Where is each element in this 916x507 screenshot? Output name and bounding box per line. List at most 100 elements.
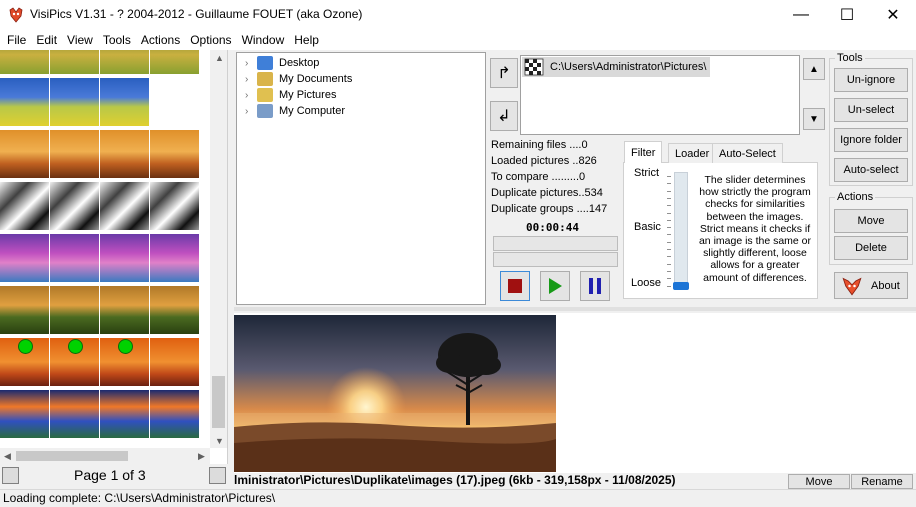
thumbnail[interactable]	[100, 390, 150, 438]
horizontal-scroll-thumb[interactable]	[16, 451, 128, 461]
thumbnail[interactable]	[150, 50, 200, 74]
thumbnail[interactable]	[50, 50, 100, 74]
thumbnail[interactable]	[50, 286, 100, 334]
chevron-right-icon[interactable]: ›	[245, 74, 257, 85]
move-folder-up-button[interactable]: ▲	[803, 58, 825, 80]
thumbnail[interactable]	[100, 234, 150, 282]
stop-button[interactable]	[500, 271, 530, 301]
slider-handle[interactable]	[673, 282, 689, 290]
thumbnail[interactable]	[0, 390, 50, 438]
menu-view[interactable]: View	[62, 30, 98, 50]
thumbnail-row	[0, 390, 200, 438]
preview-image[interactable]	[234, 315, 556, 472]
fox-logo-icon	[842, 277, 862, 296]
thumbnail[interactable]	[50, 182, 100, 230]
thumbnail[interactable]	[0, 234, 50, 282]
thumbnail[interactable]	[0, 286, 50, 334]
close-button[interactable]: ✕	[870, 0, 916, 30]
folder-tree[interactable]: › Desktop › My Documents › My Pictures › My Com…	[236, 52, 486, 305]
menu-tools[interactable]: Tools	[98, 30, 136, 50]
thumbnail[interactable]	[0, 78, 50, 126]
tree-item[interactable]: › My Documents	[245, 71, 352, 87]
select-page-icon[interactable]	[2, 467, 19, 484]
thumbnail[interactable]	[0, 182, 50, 230]
unselect-button[interactable]: Un-select	[834, 98, 908, 122]
preview-move-button[interactable]: Move	[788, 474, 850, 489]
thumbnail[interactable]	[150, 182, 200, 230]
chevron-right-icon[interactable]: ›	[245, 90, 257, 101]
thumbnail-panel[interactable]	[0, 50, 228, 464]
preview-splitter[interactable]	[234, 307, 916, 311]
tab-auto-select[interactable]: Auto-Select	[712, 143, 783, 163]
thumbnail[interactable]	[100, 78, 150, 126]
ignore-folder-button[interactable]: Ignore folder	[834, 128, 908, 152]
thumbnail[interactable]	[50, 338, 100, 386]
slider-tick	[667, 176, 671, 177]
menu-actions[interactable]: Actions	[136, 30, 185, 50]
thumbnail[interactable]	[100, 50, 150, 74]
thumbnail[interactable]	[100, 286, 150, 334]
tree-item-label: Desktop	[279, 57, 320, 69]
tree-item[interactable]: › Desktop	[245, 55, 319, 71]
thumbnail[interactable]	[50, 390, 100, 438]
pictures-icon	[257, 88, 273, 102]
remove-folder-button[interactable]: ↲	[490, 101, 518, 131]
thumbnail[interactable]	[150, 390, 200, 438]
menu-window[interactable]: Window	[237, 30, 290, 50]
thumbnail[interactable]	[150, 338, 200, 386]
folder-list-item[interactable]: C:\Users\Administrator\Pictures\	[522, 57, 711, 77]
vertical-scroll-thumb[interactable]	[212, 376, 225, 428]
thumbnail[interactable]	[0, 50, 50, 74]
tools-group-label: Tools	[835, 52, 865, 64]
checkered-flag-icon	[524, 58, 544, 76]
delete-button[interactable]: Delete	[834, 236, 908, 260]
about-button[interactable]: About	[834, 272, 908, 299]
menu-options[interactable]: Options	[185, 30, 236, 50]
unignore-button[interactable]: Un-ignore	[834, 68, 908, 92]
thumbnail[interactable]	[0, 130, 50, 178]
tree-item[interactable]: › My Pictures	[245, 87, 336, 103]
thumbnail[interactable]	[150, 234, 200, 282]
thumbnail[interactable]	[0, 338, 50, 386]
move-folder-down-button[interactable]: ▼	[803, 108, 825, 130]
tab-filter[interactable]: Filter	[624, 141, 663, 163]
move-button[interactable]: Move	[834, 209, 908, 233]
minimize-button[interactable]: —	[778, 0, 824, 30]
thumbnail[interactable]	[150, 286, 200, 334]
autoselect-button[interactable]: Auto-select	[834, 158, 908, 182]
thumbnail[interactable]	[50, 130, 100, 178]
compare-progress-bar	[493, 252, 618, 267]
play-button[interactable]	[540, 271, 570, 301]
thumbnail[interactable]	[100, 182, 150, 230]
preview-rename-button[interactable]: Rename	[851, 474, 913, 489]
scroll-down-icon[interactable]: ▼	[215, 436, 224, 446]
menu-edit[interactable]: Edit	[31, 30, 62, 50]
menu-file[interactable]: File	[2, 30, 31, 50]
chevron-right-icon[interactable]: ›	[245, 106, 257, 117]
thumbnail[interactable]	[50, 78, 100, 126]
maximize-button[interactable]: ☐	[824, 0, 870, 30]
thumbnail[interactable]	[150, 130, 200, 178]
scroll-left-icon[interactable]: ◀	[4, 451, 11, 462]
thumbnail[interactable]	[100, 338, 150, 386]
scroll-up-icon[interactable]: ▲	[215, 53, 224, 63]
slider-tick	[667, 212, 671, 214]
thumbnail[interactable]	[50, 234, 100, 282]
chevron-right-icon[interactable]: ›	[245, 58, 257, 69]
tab-loader[interactable]: Loader	[668, 143, 717, 163]
menu-help[interactable]: Help	[289, 30, 324, 50]
loose-label: Loose	[631, 277, 661, 289]
slider-tick	[667, 263, 671, 265]
remaining-files-stat: Remaining files ....0	[491, 139, 588, 151]
add-arrow-icon: ↱	[497, 65, 511, 82]
thumbnail[interactable]	[100, 130, 150, 178]
loaded-pictures-stat: Loaded pictures ..826	[491, 155, 597, 167]
scroll-right-icon[interactable]: ▶	[198, 451, 205, 462]
pause-button[interactable]	[580, 271, 610, 301]
add-folder-button[interactable]: ↱	[490, 58, 518, 88]
elapsed-timer: 00:00:44	[526, 221, 579, 234]
strictness-slider[interactable]	[674, 172, 688, 290]
next-page-icon[interactable]	[209, 467, 226, 484]
tree-item[interactable]: › My Computer	[245, 103, 345, 119]
tree-item-label: My Computer	[279, 105, 346, 117]
